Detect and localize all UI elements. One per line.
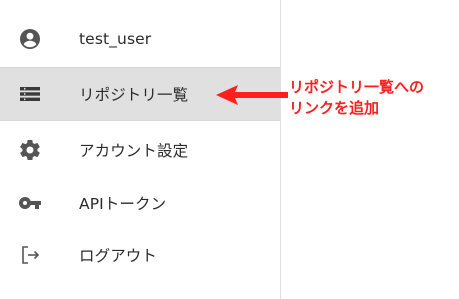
menu-item-user[interactable]: test_user (0, 13, 280, 65)
menu-item-label: リポジトリ一覧 (79, 86, 189, 104)
account-circle-icon (18, 27, 42, 51)
annotation-callout: リポジトリ一覧への リンクを追加 (289, 77, 424, 119)
logout-icon (18, 243, 42, 267)
divider (0, 120, 280, 121)
list-icon (18, 82, 42, 106)
menu-item-label: APIトークン (79, 195, 167, 213)
menu-item-logout[interactable]: ログアウト (0, 229, 280, 281)
menu-item-account-settings[interactable]: アカウント設定 (0, 124, 280, 176)
annotation-line-1: リポジトリ一覧への (289, 78, 425, 96)
annotation-line-2: リンクを追加 (289, 99, 380, 117)
menu-item-api-token[interactable]: APIトークン (0, 177, 280, 229)
menu-item-label: アカウント設定 (79, 142, 189, 160)
user-menu: test_user リポジトリ一覧 アカウント設定 APIトークン ログアウト (0, 0, 281, 299)
menu-item-label: ログアウト (79, 247, 158, 265)
screen: test_user リポジトリ一覧 アカウント設定 APIトークン ログアウト … (0, 0, 459, 299)
key-icon (18, 191, 42, 215)
gear-icon (18, 138, 42, 162)
annotation-arrow-icon (216, 85, 288, 105)
menu-item-label: test_user (79, 30, 152, 48)
